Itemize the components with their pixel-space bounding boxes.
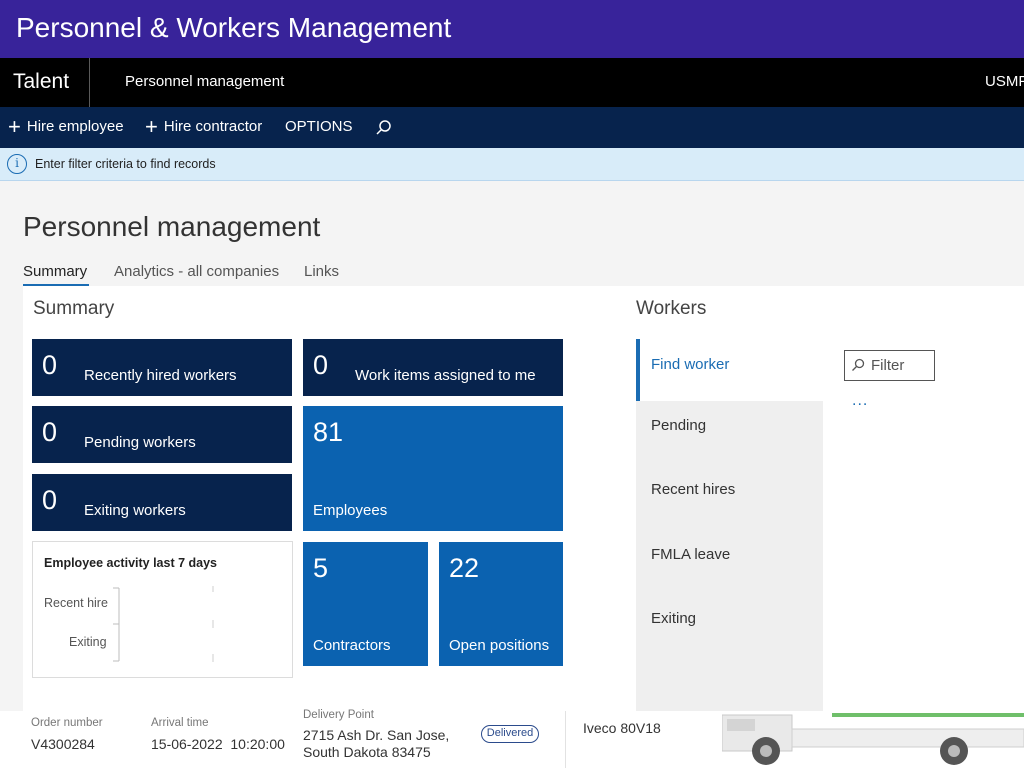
tile-label: Open positions [449, 637, 550, 654]
employee-activity-card[interactable]: Employee activity last 7 days Recent hir… [32, 541, 293, 678]
arrival-time-label: Arrival time [151, 717, 209, 729]
workers-nav-pending[interactable]: Pending [651, 417, 706, 434]
tile-count: 0 [42, 485, 58, 515]
workers-section-title: Workers [636, 298, 707, 319]
plus-icon: + [145, 114, 158, 139]
options-button[interactable]: OPTIONS [285, 118, 353, 135]
arrival-time-value: 15-06-2022 10:20:00 [151, 736, 285, 752]
tile-open-positions[interactable]: 22 Open positions [439, 542, 563, 666]
search-icon [852, 358, 865, 371]
app-root: Personnel & Workers Management Talent Pe… [0, 0, 1024, 768]
tile-count: 22 [449, 553, 480, 583]
tile-count: 0 [42, 417, 58, 447]
search-icon[interactable] [374, 118, 394, 138]
tile-recently-hired[interactable]: 0 Recently hired workers [32, 339, 292, 396]
info-message: Enter filter criteria to find records [35, 157, 216, 171]
tile-label: Employees [313, 502, 388, 519]
filter-placeholder: Filter [871, 357, 905, 374]
workers-nav: Find worker Pending Recent hires FMLA le… [636, 339, 823, 711]
options-label: OPTIONS [285, 118, 353, 135]
page-title: Personnel management [23, 211, 321, 242]
hire-employee-label: Hire employee [26, 118, 124, 135]
workers-nav-exiting[interactable]: Exiting [651, 610, 696, 627]
truck-image [722, 713, 1024, 765]
tile-work-items[interactable]: 0 Work items assigned to me [303, 339, 563, 396]
status-badge: Delivered [481, 725, 539, 743]
tile-count: 0 [313, 350, 329, 380]
tab-analytics[interactable]: Analytics - all companies [114, 263, 279, 280]
delivery-address-line2: South Dakota 83475 [303, 744, 431, 760]
tile-label: Contractors [313, 637, 391, 654]
tile-label: Recently hired workers [84, 367, 237, 384]
hire-employee-button[interactable]: + Hire employee [8, 114, 124, 139]
app-bar: Talent Personnel management USMF [0, 58, 1024, 107]
info-bar: i Enter filter criteria to find records [0, 148, 1024, 181]
tile-contractors[interactable]: 5 Contractors [303, 542, 428, 666]
tile-label: Exiting workers [84, 502, 186, 519]
tab-summary[interactable]: Summary [23, 263, 90, 287]
tile-pending-workers[interactable]: 0 Pending workers [32, 406, 292, 463]
workers-nav-fmla-leave[interactable]: FMLA leave [651, 546, 730, 563]
tile-count: 0 [42, 350, 58, 380]
tab-links[interactable]: Links [304, 263, 339, 280]
order-number-value: V4300284 [31, 736, 95, 752]
tile-employees[interactable]: 81 Employees [303, 406, 563, 531]
hire-contractor-label: Hire contractor [163, 118, 263, 135]
vehicle-name: Iveco 80V18 [583, 720, 661, 736]
plus-icon: + [8, 114, 21, 139]
module-name[interactable]: Personnel management [125, 73, 284, 90]
delivery-address-line1: 2715 Ash Dr. San Jose, [303, 727, 450, 743]
app-bar-divider [89, 58, 90, 107]
title-banner: Personnel & Workers Management [0, 0, 1024, 58]
order-number-label: Order number [31, 717, 103, 729]
tile-count: 5 [313, 553, 329, 583]
workers-nav-recent-hires[interactable]: Recent hires [651, 481, 735, 498]
hire-contractor-button[interactable]: + Hire contractor [145, 114, 263, 139]
workers-nav-find-worker[interactable]: Find worker [636, 339, 823, 401]
tile-label: Work items assigned to me [355, 367, 536, 384]
banner-title: Personnel & Workers Management [16, 12, 452, 43]
company-picker[interactable]: USMF [985, 73, 1024, 90]
more-options-icon[interactable]: ... [852, 392, 868, 410]
summary-section-title: Summary [33, 298, 115, 319]
info-icon: i [7, 154, 27, 174]
tile-label: Pending workers [84, 434, 196, 451]
tile-exiting-workers[interactable]: 0 Exiting workers [32, 474, 292, 531]
action-pane: + Hire employee + Hire contractor OPTION… [0, 107, 1024, 148]
workers-nav-label: Find worker [651, 356, 730, 373]
delivery-point-label: Delivery Point [303, 709, 374, 721]
worker-filter-input[interactable]: Filter [844, 350, 935, 381]
app-name[interactable]: Talent [13, 70, 69, 94]
tile-count: 81 [313, 417, 344, 447]
activity-axis-lines [113, 586, 214, 662]
strip-divider [565, 711, 566, 768]
